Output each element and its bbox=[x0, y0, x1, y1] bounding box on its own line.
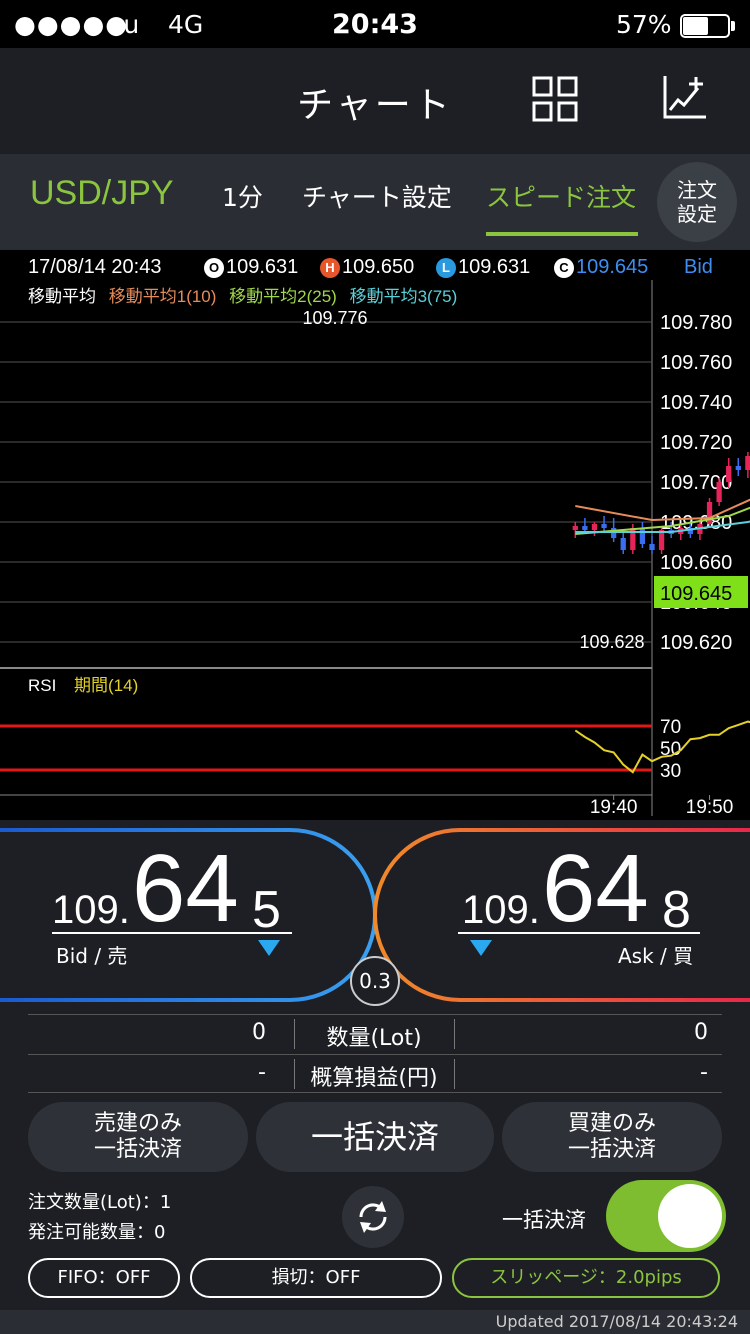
bulk-close-toggle-label: 一括決済 bbox=[502, 1208, 586, 1232]
row-divider-right bbox=[454, 1059, 455, 1089]
lot-row: 0 数量(Lot) 0 bbox=[28, 1014, 722, 1052]
min-price-label: 109.628 bbox=[579, 632, 644, 652]
ask-label: Ask / 買 bbox=[618, 944, 694, 968]
rsi-level-label: 30 bbox=[660, 761, 681, 782]
tab-bar: USD/JPY 1分 チャート設定 スピード注文 注文 設定 bbox=[0, 154, 750, 250]
stop-loss-button[interactable]: 損切：OFF bbox=[190, 1258, 442, 1298]
bid-pips[interactable]: 64 bbox=[132, 834, 239, 944]
rsi-label: RSI bbox=[28, 676, 56, 695]
bid-down-arrow-icon bbox=[258, 940, 280, 956]
bid-label: Bid / 売 bbox=[56, 944, 128, 968]
tab-speed-order[interactable]: スピード注文 bbox=[486, 178, 636, 214]
refresh-icon bbox=[359, 1201, 387, 1233]
candle-body bbox=[591, 524, 598, 530]
price-tick-label: 109.620 bbox=[660, 632, 732, 654]
current-price-label: 109.645 bbox=[660, 583, 732, 605]
ask-fraction: 8 bbox=[662, 881, 691, 939]
candle-body bbox=[601, 524, 607, 528]
currency-pair-selector[interactable]: USD/JPY bbox=[30, 174, 174, 213]
candle-body bbox=[716, 482, 722, 502]
ask-pips[interactable]: 64 bbox=[542, 834, 649, 944]
slippage-button[interactable]: スリッページ：2.0pips bbox=[452, 1258, 720, 1298]
bulk-close-toggle[interactable] bbox=[606, 1180, 726, 1252]
sell-close-line2: 一括決済 bbox=[93, 1137, 182, 1162]
status-bar: ●●●●● au 4G 20:43 57% bbox=[0, 0, 750, 48]
updated-timestamp: Updated 2017/08/14 20:43:24 bbox=[495, 1312, 738, 1331]
row-divider-left bbox=[294, 1019, 295, 1049]
candle-body bbox=[726, 466, 732, 482]
pl-row: - 概算損益(円) - bbox=[28, 1054, 722, 1093]
fifo-button[interactable]: FIFO：OFF bbox=[28, 1258, 180, 1298]
tab-interval[interactable]: 1分 bbox=[222, 178, 263, 214]
candle-body bbox=[620, 538, 626, 550]
active-tab-indicator bbox=[486, 232, 638, 236]
sell-close-line1: 売建のみ bbox=[93, 1111, 182, 1136]
lot-label: 数量(Lot) bbox=[326, 1026, 422, 1051]
time-tick-label: 19:50 bbox=[686, 797, 734, 818]
order-settings-label-1: 注文 bbox=[677, 178, 717, 202]
buy-close-line1: 買建のみ bbox=[567, 1111, 656, 1136]
rsi-period-label: 期間(14) bbox=[74, 676, 138, 695]
pl-label: 概算損益(円) bbox=[310, 1066, 438, 1091]
candle-body bbox=[649, 544, 655, 550]
spread-badge: 0.3 bbox=[350, 956, 400, 1006]
order-settings-label-2: 設定 bbox=[677, 202, 717, 226]
buy-lot-value: 0 bbox=[694, 1020, 708, 1045]
ask-down-arrow-icon bbox=[470, 940, 492, 956]
time-tick-label: 19:40 bbox=[590, 797, 638, 818]
max-price-label: 109.776 bbox=[302, 308, 367, 328]
candle-body bbox=[735, 466, 741, 470]
bid-divider bbox=[52, 932, 292, 934]
buy-pl-value: - bbox=[700, 1060, 708, 1085]
candle-body bbox=[582, 526, 588, 530]
bid-prefix: 109. bbox=[52, 888, 130, 932]
available-quantity: 発注可能数量：0 bbox=[28, 1222, 166, 1243]
candle-body bbox=[745, 456, 750, 470]
sell-close-all-button[interactable]: 売建のみ 一括決済 bbox=[28, 1102, 248, 1172]
app-header: チャート bbox=[0, 48, 750, 154]
candle-body bbox=[639, 528, 646, 544]
battery-nub bbox=[731, 21, 735, 31]
order-quantity: 注文数量(Lot)：1 bbox=[28, 1192, 172, 1213]
grid-layout-icon[interactable] bbox=[532, 76, 578, 122]
price-tick-label: 109.780 bbox=[660, 312, 732, 334]
price-tick-label: 109.660 bbox=[660, 552, 732, 574]
sell-lot-value: 0 bbox=[252, 1020, 266, 1045]
tab-chart-settings[interactable]: チャート設定 bbox=[302, 178, 452, 214]
buy-close-line2: 一括決済 bbox=[567, 1137, 656, 1162]
close-all-button[interactable]: 一括決済 bbox=[256, 1102, 494, 1172]
row-divider-left bbox=[294, 1059, 295, 1089]
price-tick-label: 109.720 bbox=[660, 432, 732, 454]
rsi-level-label: 70 bbox=[660, 717, 681, 738]
chart-add-icon[interactable] bbox=[662, 74, 708, 120]
battery-level bbox=[683, 17, 708, 35]
bid-fraction: 5 bbox=[252, 881, 281, 939]
buy-close-all-button[interactable]: 買建のみ 一括決済 bbox=[502, 1102, 722, 1172]
price-tick-label: 109.740 bbox=[660, 392, 732, 414]
refresh-button[interactable] bbox=[342, 1186, 404, 1248]
row-divider-right bbox=[454, 1019, 455, 1049]
price-panel: 109. 64 5 Bid / 売 109. 64 8 Ask / 買 0.3 bbox=[0, 820, 750, 1010]
page-title: チャート bbox=[297, 85, 453, 126]
price-chart[interactable]: 109.780109.760109.740109.720109.700109.6… bbox=[0, 250, 750, 820]
candle-body bbox=[572, 526, 578, 530]
sell-pl-value: - bbox=[258, 1060, 266, 1085]
price-tick-label: 109.760 bbox=[660, 352, 732, 374]
chart-area[interactable]: 17/08/14 20:43 O 109.631 H 109.650 L 109.63… bbox=[0, 250, 750, 820]
battery-percent: 57% bbox=[616, 10, 672, 39]
toggle-knob bbox=[658, 1184, 722, 1248]
order-settings-button[interactable]: 注文 設定 bbox=[657, 162, 737, 242]
ask-divider bbox=[458, 932, 700, 934]
candle-body bbox=[706, 502, 713, 524]
ask-prefix: 109. bbox=[462, 888, 540, 932]
